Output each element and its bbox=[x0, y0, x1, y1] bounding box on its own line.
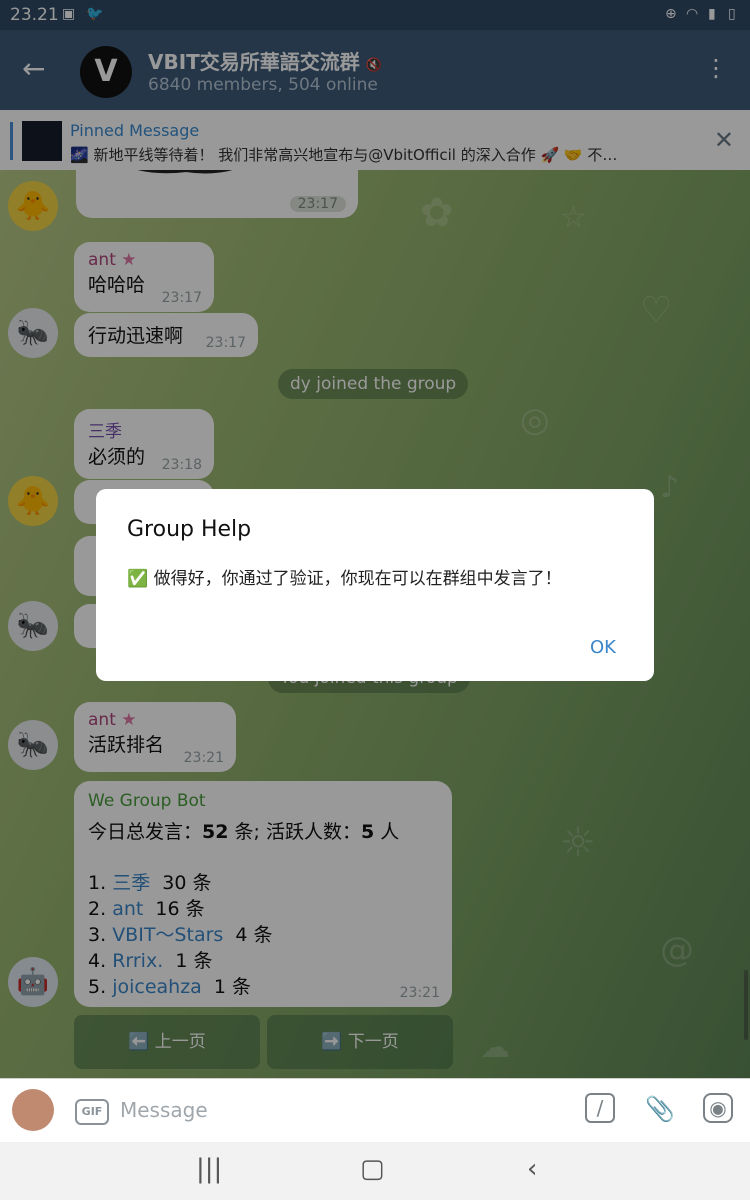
gif-button[interactable]: GIF bbox=[75, 1099, 109, 1125]
command-slash-icon[interactable]: / bbox=[585, 1093, 615, 1123]
dialog-title: Group Help bbox=[127, 517, 252, 542]
back-nav-icon[interactable]: ‹ bbox=[527, 1154, 537, 1184]
group-help-dialog: Group Help ✅ 做得好，你通过了验证，你现在可以在群组中发言了！ OK bbox=[96, 489, 654, 681]
my-avatar[interactable] bbox=[12, 1089, 54, 1131]
message-input[interactable]: Message bbox=[120, 1098, 208, 1122]
attach-paperclip-icon[interactable]: 📎 bbox=[644, 1093, 676, 1125]
system-nav-bar: ||| ▢ ‹ bbox=[0, 1142, 750, 1200]
ok-button[interactable]: OK bbox=[590, 637, 616, 658]
home-icon[interactable]: ▢ bbox=[360, 1154, 385, 1184]
dialog-body: ✅ 做得好，你通过了验证，你现在可以在群组中发言了！ bbox=[127, 569, 562, 589]
message-composer: GIF Message / 📎 ◉ bbox=[0, 1078, 750, 1143]
camera-icon[interactable]: ◉ bbox=[703, 1093, 733, 1123]
recent-apps-icon[interactable]: ||| bbox=[196, 1154, 222, 1184]
